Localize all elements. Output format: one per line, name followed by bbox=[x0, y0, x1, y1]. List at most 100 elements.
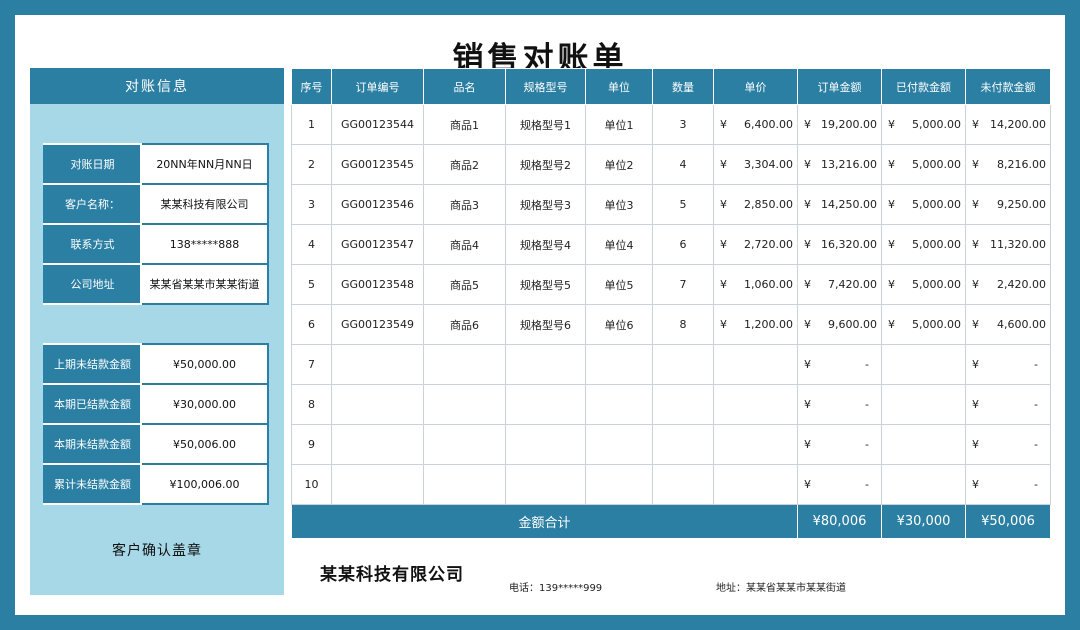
currency-symbol: ¥ bbox=[804, 438, 811, 451]
cell-no: 6 bbox=[291, 304, 332, 345]
money-value: 5,000.00 bbox=[912, 118, 961, 131]
cell-spec: 规格型号2 bbox=[505, 144, 586, 185]
currency-symbol: ¥ bbox=[972, 318, 979, 331]
customer-info-table: 对账日期 20NN年NN月NN日 客户名称： 某某科技有限公司 联系方式 138*****… bbox=[43, 143, 269, 305]
table-row: 4 GG00123547 商品4 规格型号4 单位4 6 ¥2,720.00 ¥16,320.… bbox=[291, 224, 1051, 265]
order-table: 序号 订单编号 品名 规格型号 单位 数量 单价 订单金额 已付款金额 未付款金额 1 GG0012… bbox=[291, 68, 1051, 539]
table-header-row: 序号 订单编号 品名 规格型号 单位 数量 单价 订单金额 已付款金额 未付款金额 bbox=[291, 68, 1051, 105]
money-cell: ¥ - bbox=[965, 464, 1051, 505]
info-value: ¥100,006.00 bbox=[140, 463, 269, 505]
currency-symbol: ¥ bbox=[720, 318, 727, 331]
cell-order: GG00123547 bbox=[331, 224, 424, 265]
currency-symbol: ¥ bbox=[888, 198, 895, 211]
cell-order bbox=[331, 384, 424, 425]
money-value: - bbox=[865, 438, 869, 451]
column-header: 已付款金额 bbox=[881, 68, 966, 105]
info-row: 公司地址 某某省某某市某某街道 bbox=[43, 263, 269, 305]
total-paid-amount: ¥30,000 bbox=[881, 504, 966, 539]
money-value: 5,000.00 bbox=[912, 318, 961, 331]
currency-symbol: ¥ bbox=[804, 158, 811, 171]
money-cell bbox=[713, 424, 798, 465]
info-label: 公司地址 bbox=[43, 263, 142, 305]
money-cell bbox=[713, 384, 798, 425]
cell-spec: 规格型号4 bbox=[505, 224, 586, 265]
cell-unit bbox=[585, 384, 653, 425]
currency-symbol: ¥ bbox=[720, 158, 727, 171]
cell-unit bbox=[585, 464, 653, 505]
money-value: 1,060.00 bbox=[744, 278, 793, 291]
money-cell: ¥5,000.00 bbox=[881, 104, 966, 145]
info-row: 联系方式 138*****888 bbox=[43, 223, 269, 265]
cell-qty: 5 bbox=[652, 184, 714, 225]
company-phone: 电话：139*****999 bbox=[509, 583, 603, 594]
money-value: 5,000.00 bbox=[912, 158, 961, 171]
cell-qty: 4 bbox=[652, 144, 714, 185]
table-row: 5 GG00123548 商品5 规格型号5 单位5 7 ¥1,060.00 ¥7,420.0… bbox=[291, 264, 1051, 305]
cell-name bbox=[423, 424, 506, 465]
cell-order bbox=[331, 344, 424, 385]
cell-order: GG00123548 bbox=[331, 264, 424, 305]
money-cell: ¥2,420.00 bbox=[965, 264, 1051, 305]
money-cell: ¥8,216.00 bbox=[965, 144, 1051, 185]
cell-no: 2 bbox=[291, 144, 332, 185]
money-value: 5,000.00 bbox=[912, 238, 961, 251]
money-cell: ¥9,250.00 bbox=[965, 184, 1051, 225]
money-cell bbox=[881, 344, 966, 385]
cell-order: GG00123546 bbox=[331, 184, 424, 225]
cell-qty: 3 bbox=[652, 104, 714, 145]
cell-name: 商品6 bbox=[423, 304, 506, 345]
money-value: 13,216.00 bbox=[821, 158, 877, 171]
cell-unit: 单位3 bbox=[585, 184, 653, 225]
column-header: 未付款金额 bbox=[965, 68, 1051, 105]
cell-order: GG00123549 bbox=[331, 304, 424, 345]
info-row: 上期未结款金额 ¥50,000.00 bbox=[43, 343, 269, 385]
money-cell: ¥1,060.00 bbox=[713, 264, 798, 305]
cell-qty: 7 bbox=[652, 264, 714, 305]
column-header: 订单金额 bbox=[797, 68, 882, 105]
cell-no: 9 bbox=[291, 424, 332, 465]
money-value: - bbox=[865, 478, 869, 491]
money-value: 5,000.00 bbox=[912, 198, 961, 211]
currency-symbol: ¥ bbox=[720, 278, 727, 291]
money-value: 6,400.00 bbox=[744, 118, 793, 131]
currency-symbol: ¥ bbox=[972, 158, 979, 171]
currency-symbol: ¥ bbox=[804, 318, 811, 331]
cell-order: GG00123545 bbox=[331, 144, 424, 185]
money-cell: ¥ - bbox=[965, 344, 1051, 385]
customer-seal-label: 客户确认盖章 bbox=[112, 543, 202, 559]
balance-summary-table: 上期未结款金额 ¥50,000.00 本期已结款金额 ¥30,000.00 本期未结款金… bbox=[43, 343, 269, 505]
reconciliation-info-panel: 对账信息 对账日期 20NN年NN月NN日 客户名称： 某某科技有限公司 联系方式 138… bbox=[30, 68, 284, 595]
money-cell: ¥13,216.00 bbox=[797, 144, 882, 185]
info-value: 某某省某某市某某街道 bbox=[140, 263, 269, 305]
currency-symbol: ¥ bbox=[972, 278, 979, 291]
column-header: 单位 bbox=[585, 68, 653, 105]
currency-symbol: ¥ bbox=[972, 438, 979, 451]
currency-symbol: ¥ bbox=[804, 238, 811, 251]
money-value: 3,304.00 bbox=[744, 158, 793, 171]
currency-symbol: ¥ bbox=[972, 198, 979, 211]
cell-name bbox=[423, 384, 506, 425]
info-label: 联系方式 bbox=[43, 223, 142, 265]
money-cell: ¥ - bbox=[797, 424, 882, 465]
money-cell: ¥1,200.00 bbox=[713, 304, 798, 345]
currency-symbol: ¥ bbox=[972, 478, 979, 491]
money-value: 2,720.00 bbox=[744, 238, 793, 251]
table-row: 8 ¥ - ¥ - bbox=[291, 384, 1051, 425]
money-value: 19,200.00 bbox=[821, 118, 877, 131]
cell-no: 7 bbox=[291, 344, 332, 385]
cell-spec bbox=[505, 464, 586, 505]
info-label: 客户名称： bbox=[43, 183, 142, 225]
table-row: 9 ¥ - ¥ - bbox=[291, 424, 1051, 465]
column-header: 序号 bbox=[291, 68, 332, 105]
cell-spec bbox=[505, 424, 586, 465]
money-cell: ¥3,304.00 bbox=[713, 144, 798, 185]
table-row: 1 GG00123544 商品1 规格型号1 单位1 3 ¥6,400.00 ¥19,200.… bbox=[291, 104, 1051, 145]
cell-unit bbox=[585, 424, 653, 465]
cell-spec: 规格型号3 bbox=[505, 184, 586, 225]
total-label: 金额合计 bbox=[291, 504, 798, 539]
cell-unit: 单位1 bbox=[585, 104, 653, 145]
money-cell: ¥19,200.00 bbox=[797, 104, 882, 145]
money-cell: ¥6,400.00 bbox=[713, 104, 798, 145]
info-value: 某某科技有限公司 bbox=[140, 183, 269, 225]
cell-no: 5 bbox=[291, 264, 332, 305]
